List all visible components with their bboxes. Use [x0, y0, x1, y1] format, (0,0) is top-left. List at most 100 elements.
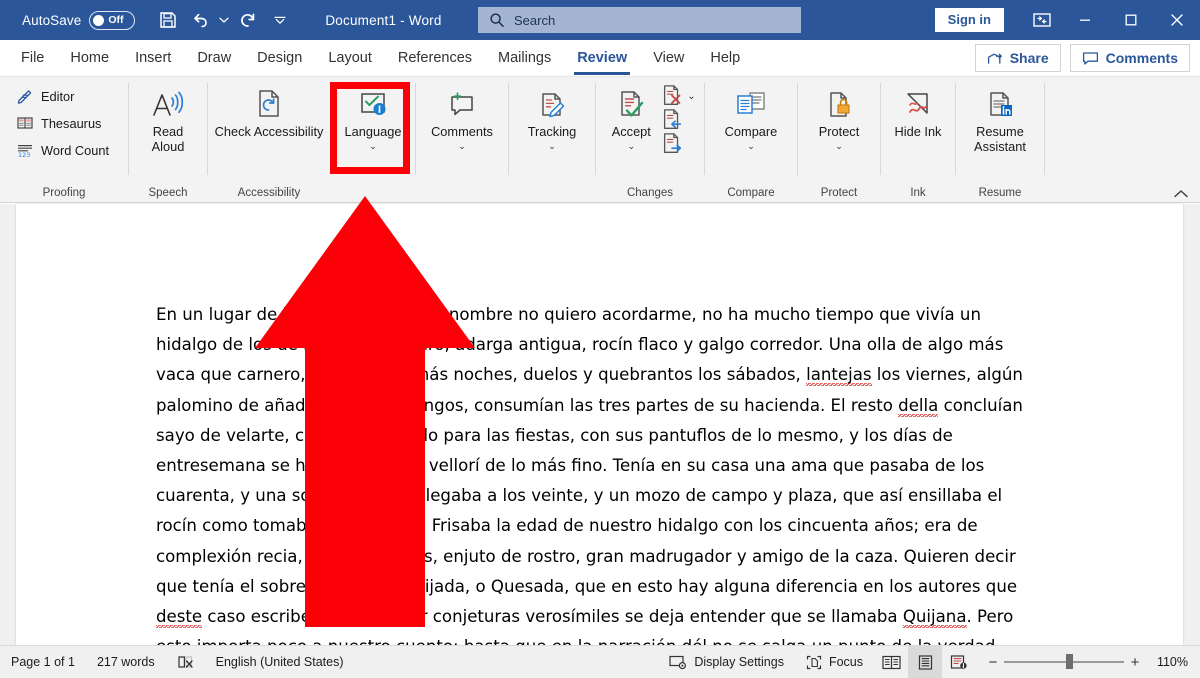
zoom-level-label[interactable]: 110% [1152, 655, 1200, 669]
tracking-label: Tracking [527, 124, 577, 139]
chevron-down-icon[interactable]: ⌄ [835, 141, 843, 151]
zoom-thumb[interactable] [1066, 654, 1073, 670]
comments-button[interactable]: Comments [1069, 44, 1190, 72]
word-application-window: AutoSave Off Document1 - Word Search Sig… [0, 0, 1200, 678]
ribbon-group-ink: Hide Ink Ink [881, 77, 955, 203]
chevron-down-icon[interactable] [217, 6, 231, 34]
read-mode-view-button[interactable] [874, 646, 908, 678]
comment-icon [1082, 51, 1099, 66]
check-accessibility-button[interactable]: Check Accessibility [209, 83, 330, 142]
focus-button[interactable]: Focus [795, 646, 874, 678]
zoom-slider[interactable]: − + [976, 654, 1152, 671]
search-box[interactable]: Search [478, 7, 801, 33]
tab-review[interactable]: Review [564, 40, 640, 77]
language-icon [357, 85, 389, 125]
print-layout-view-button[interactable] [908, 645, 942, 678]
previous-change-icon[interactable] [660, 108, 695, 132]
autosave-knob [93, 14, 105, 26]
autosave-toggle[interactable]: AutoSave Off [22, 10, 136, 30]
chevron-down-icon[interactable]: ⌄ [369, 141, 377, 151]
accept-label: Accept [611, 124, 651, 139]
close-button[interactable] [1154, 0, 1200, 40]
chevron-down-icon[interactable]: ⌄ [548, 141, 556, 151]
tab-design[interactable]: Design [244, 40, 315, 77]
document-area: En un lugar de la Mancha, de cuyo nombre… [0, 204, 1200, 659]
chevron-down-icon[interactable]: ⌄ [747, 141, 755, 151]
customize-quick-access-icon[interactable] [265, 6, 295, 34]
redo-icon[interactable] [233, 6, 263, 34]
tab-layout[interactable]: Layout [315, 40, 385, 77]
misspelled-word: Quijana [902, 607, 967, 629]
tab-home[interactable]: Home [57, 40, 122, 77]
sign-in-button[interactable]: Sign in [934, 7, 1004, 33]
language-button[interactable]: Language ⌄ [339, 83, 408, 153]
language-indicator[interactable]: English (United States) [205, 646, 355, 678]
hide-ink-button[interactable]: Hide Ink [889, 83, 948, 142]
thesaurus-button[interactable]: Thesaurus [8, 110, 109, 136]
tab-references[interactable]: References [385, 40, 485, 77]
tab-mailings[interactable]: Mailings [485, 40, 564, 77]
autosave-label: AutoSave [22, 12, 82, 28]
autosave-state-label: Off [108, 14, 124, 26]
page-indicator[interactable]: Page 1 of 1 [0, 646, 86, 678]
tracking-icon [536, 85, 568, 125]
compare-button[interactable]: Compare ⌄ [719, 83, 784, 153]
tab-view[interactable]: View [640, 40, 697, 77]
read-aloud-label: Read Aloud [151, 124, 185, 154]
share-button[interactable]: Share [974, 44, 1061, 72]
save-icon[interactable] [153, 6, 183, 34]
language-label: Language [344, 124, 402, 139]
chevron-down-icon[interactable]: ⌄ [458, 141, 466, 151]
read-aloud-button[interactable]: Read Aloud [129, 83, 207, 156]
reject-dropdown-icon[interactable]: ⌄ [687, 91, 695, 102]
word-count-button[interactable]: 123 Word Count [8, 137, 117, 163]
misspelled-word: della [898, 395, 939, 417]
editor-button[interactable]: Editor [8, 83, 82, 109]
group-label-resume: Resume [978, 187, 1022, 199]
ribbon-group-protect: Protect ⌄ Protect [798, 77, 880, 203]
comments-icon [446, 85, 478, 125]
tab-insert[interactable]: Insert [122, 40, 184, 77]
display-settings-label: Display Settings [694, 655, 784, 669]
ribbon-group-compare: Compare ⌄ Compare [705, 77, 797, 203]
autosave-switch[interactable]: Off [89, 10, 136, 30]
web-layout-view-button[interactable] [942, 646, 976, 678]
read-aloud-icon [148, 85, 188, 125]
accept-button[interactable]: Accept ⌄ [604, 83, 658, 153]
protect-button[interactable]: Protect ⌄ [810, 83, 868, 153]
proofing-errors-icon[interactable] [166, 646, 205, 678]
tab-draw[interactable]: Draw [184, 40, 244, 77]
tracking-button[interactable]: Tracking ⌄ [522, 83, 583, 153]
minimize-button[interactable] [1062, 0, 1108, 40]
undo-icon[interactable] [185, 6, 215, 34]
reject-icon[interactable] [660, 84, 684, 108]
next-change-icon[interactable] [660, 132, 695, 156]
document-page[interactable]: En un lugar de la Mancha, de cuyo nombre… [16, 204, 1183, 659]
zoom-out-button[interactable]: − [982, 654, 1004, 671]
ribbon-display-options-icon[interactable] [1022, 0, 1062, 40]
focus-label: Focus [828, 655, 863, 669]
maximize-button[interactable] [1108, 0, 1154, 40]
tab-help[interactable]: Help [697, 40, 753, 77]
thesaurus-label: Thesaurus [41, 115, 102, 131]
accept-icon [615, 85, 647, 125]
editor-icon [16, 87, 34, 105]
zoom-in-button[interactable]: + [1124, 654, 1146, 671]
comments-ribbon-button[interactable]: Comments ⌄ [425, 83, 499, 153]
collapse-ribbon-icon[interactable] [1172, 188, 1190, 200]
ribbon: Editor Thesaurus 123 Word Count Proofing [0, 77, 1200, 203]
zoom-track[interactable] [1004, 654, 1124, 670]
ribbon-group-comments: Comments ⌄ Comments [416, 77, 508, 203]
resume-assistant-button[interactable]: Resume Assistant [956, 83, 1044, 156]
quick-access-toolbar [153, 6, 295, 34]
word-count-indicator[interactable]: 217 words [86, 646, 166, 678]
display-settings-button[interactable]: Display Settings [658, 646, 795, 678]
display-settings-icon [669, 655, 687, 670]
hide-ink-icon [902, 85, 934, 125]
protect-icon [823, 85, 855, 125]
tab-file[interactable]: File [8, 40, 57, 77]
ribbon-group-language: Language ⌄ Language [331, 77, 415, 203]
ribbon-group-resume: Resume Assistant Resume [956, 77, 1044, 203]
search-input[interactable]: Search [514, 13, 555, 28]
chevron-down-icon[interactable]: ⌄ [628, 141, 636, 151]
